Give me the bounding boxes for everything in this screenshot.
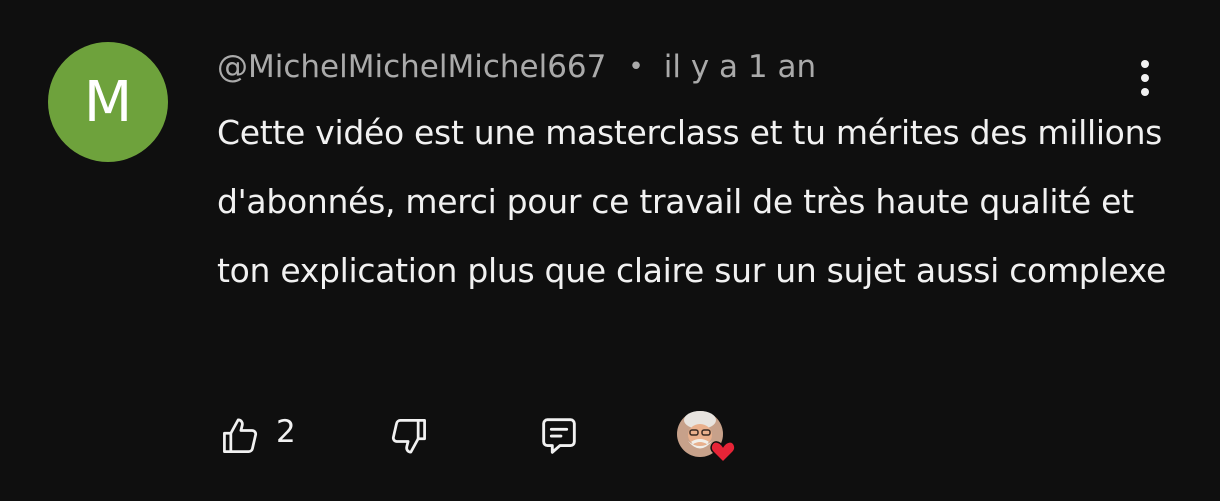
more-vertical-icon[interactable] [1126,54,1164,102]
comment-icon [542,418,576,454]
comment-header: @MichelMichelMichel667 • il y a 1 an [217,44,816,90]
menu-dot [1141,60,1149,68]
dislike-button[interactable] [384,412,434,460]
like-count: 2 [276,414,296,450]
menu-dot [1141,74,1149,82]
comment-card: M @MichelMichelMichel667 • il y a 1 an C… [0,0,1220,501]
thumbs-up-icon [223,418,258,453]
creator-avatar-icon [677,411,736,464]
comment-text: Cette vidéo est une masterclass et tu mé… [217,113,1166,290]
reply-button[interactable] [533,412,585,460]
comment-timestamp[interactable]: il y a 1 an [664,49,816,85]
author-name[interactable]: @MichelMichelMichel667 [217,49,606,85]
menu-dot [1141,88,1149,96]
avatar[interactable]: M [48,42,168,162]
creator-heart-badge[interactable] [676,408,742,466]
like-button[interactable] [214,412,266,460]
thumbs-down-icon [391,419,426,454]
heart-icon [710,441,736,464]
separator-dot: • [628,52,644,82]
comment-actions: 2 [0,400,1220,470]
avatar-letter: M [83,69,133,135]
